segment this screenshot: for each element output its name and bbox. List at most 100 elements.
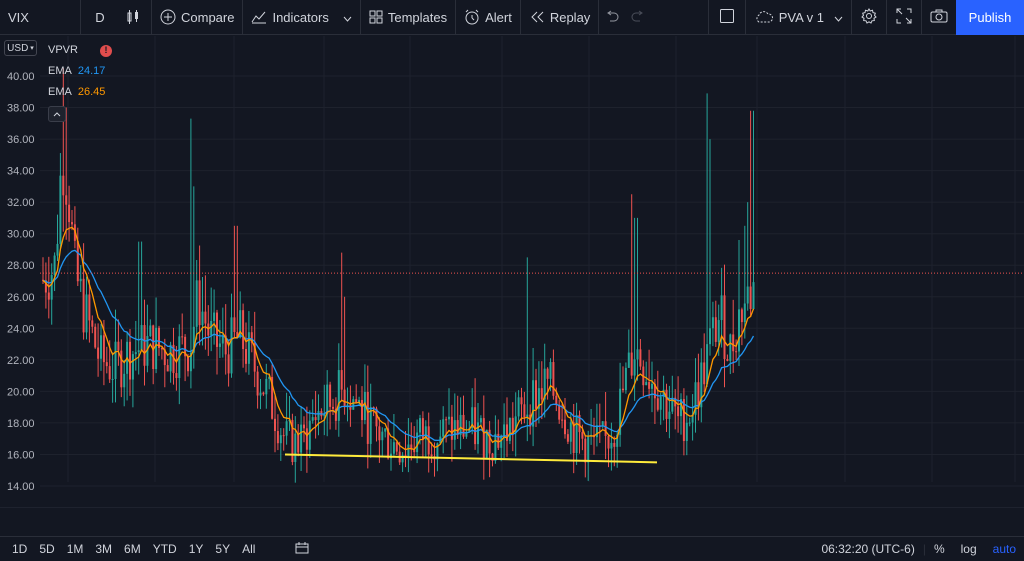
auto-toggle[interactable]: auto (985, 542, 1024, 556)
compare-label: Compare (181, 9, 235, 25)
alert-button[interactable]: Alert (456, 0, 520, 35)
chevron-down-icon[interactable] (343, 10, 352, 25)
chevron-down-icon[interactable] (834, 10, 843, 25)
range-3m[interactable]: 3M (89, 542, 118, 556)
ema-value: 24.17 (77, 65, 106, 77)
candle-body (639, 349, 642, 367)
candle-body (245, 349, 247, 364)
candle-body (149, 325, 152, 337)
candle-body (627, 352, 630, 368)
symbol-search[interactable]: VIX (0, 0, 80, 35)
price-tick-label: 20.00 (7, 386, 35, 398)
candle-body (607, 435, 610, 449)
compare-button[interactable]: Compare (152, 0, 242, 35)
candle-body (82, 278, 85, 333)
candle-body (276, 431, 279, 444)
candle-body (651, 383, 653, 389)
legend-row-ema-slow[interactable]: EMA 26.45 (48, 82, 112, 103)
price-tick-label: 38.00 (7, 103, 35, 115)
calendar-range-icon (295, 541, 309, 553)
chart-type-button[interactable] (119, 0, 151, 35)
templates-button[interactable]: Templates (361, 0, 455, 35)
candle-body (497, 433, 500, 448)
legend-row-ema-fast[interactable]: EMA 24.17 (48, 61, 112, 82)
range-1m[interactable]: 1M (61, 542, 90, 556)
candle-body (279, 435, 282, 444)
collapse-legend-button[interactable] (48, 106, 66, 122)
candle-body (688, 422, 691, 424)
publish-button[interactable]: Publish (956, 0, 1024, 35)
range-5d[interactable]: 5D (33, 542, 60, 556)
candle-body (102, 335, 105, 363)
candle-body (337, 370, 340, 421)
candle-body (381, 431, 384, 441)
candle-body (494, 433, 497, 461)
candle-body (682, 399, 685, 441)
date-range-button[interactable] (295, 541, 309, 557)
price-tick-label: 34.00 (7, 166, 35, 178)
candle-body (285, 421, 288, 436)
candle-body (204, 311, 207, 324)
candle-body (735, 351, 738, 353)
indicators-button[interactable]: Indicators (243, 0, 359, 35)
ema-label: EMA (48, 65, 72, 77)
clock[interactable]: 06:32:20 (UTC-6) (813, 542, 922, 556)
replay-button[interactable]: Replay (521, 0, 598, 35)
legend-row-vpvr[interactable]: VPVR ! (48, 40, 112, 61)
redo-button[interactable] (625, 0, 651, 35)
fullscreen-icon (896, 8, 912, 27)
candle-body (332, 406, 334, 409)
candle-body (532, 380, 535, 427)
candle-body (645, 382, 648, 386)
price-chart[interactable]: 40.00 38.00 36.00 34.00 32.00 30.00 28.00 26.00… (0, 36, 1024, 508)
candle-body (523, 404, 526, 418)
publish-label: Publish (968, 9, 1012, 25)
range-1d[interactable]: 1D (0, 542, 33, 556)
settings-button[interactable] (852, 0, 886, 35)
range-ytd[interactable]: YTD (147, 542, 183, 556)
candle-body (622, 388, 624, 391)
currency-select[interactable]: USD ▾ (4, 40, 37, 56)
candle-body (392, 442, 395, 454)
price-tick-label: 30.00 (7, 229, 35, 241)
candles-icon (126, 9, 140, 25)
candle-body (703, 362, 706, 385)
layout-button[interactable]: PVA v 1 (746, 0, 851, 35)
candle-body (311, 417, 314, 421)
warning-icon[interactable]: ! (99, 44, 112, 57)
candle-body (297, 433, 300, 453)
candle-body (613, 442, 616, 447)
candle-body (207, 323, 210, 336)
candle-body (314, 417, 317, 421)
chart-area[interactable]: 40.00 38.00 36.00 34.00 32.00 30.00 28.00 26.00… (0, 36, 1024, 508)
candle-body (50, 274, 53, 300)
fullscreen-button[interactable] (887, 0, 921, 35)
candle-body (108, 366, 111, 380)
undo-button[interactable] (599, 0, 625, 35)
price-tick-label: 26.00 (7, 292, 35, 304)
snapshot-button[interactable] (922, 0, 956, 35)
candle-body (105, 362, 108, 367)
candle-body (656, 398, 659, 410)
indicators-label: Indicators (272, 9, 329, 25)
alert-label: Alert (485, 9, 512, 25)
range-5y[interactable]: 5Y (209, 542, 236, 556)
candle-body (740, 309, 743, 323)
log-toggle[interactable]: log (953, 542, 985, 556)
indicator-legend: VPVR ! EMA 24.17 EMA 26.45 (48, 40, 112, 122)
range-1y[interactable]: 1Y (183, 542, 210, 556)
candle-body (416, 432, 419, 453)
ema-value: 26.45 (77, 86, 106, 98)
candle-body (648, 382, 651, 389)
interval-button[interactable]: D (81, 0, 119, 35)
candle-body (384, 428, 387, 432)
percent-toggle[interactable]: % (926, 542, 953, 556)
candle-body (317, 411, 320, 421)
price-tick-label: 24.00 (7, 323, 35, 335)
fullscreen-select-button[interactable] (709, 0, 745, 35)
range-6m[interactable]: 6M (118, 542, 147, 556)
replay-label: Replay (549, 9, 591, 25)
candle-body (366, 391, 369, 444)
range-all[interactable]: All (236, 542, 261, 556)
candle-body (47, 292, 50, 300)
